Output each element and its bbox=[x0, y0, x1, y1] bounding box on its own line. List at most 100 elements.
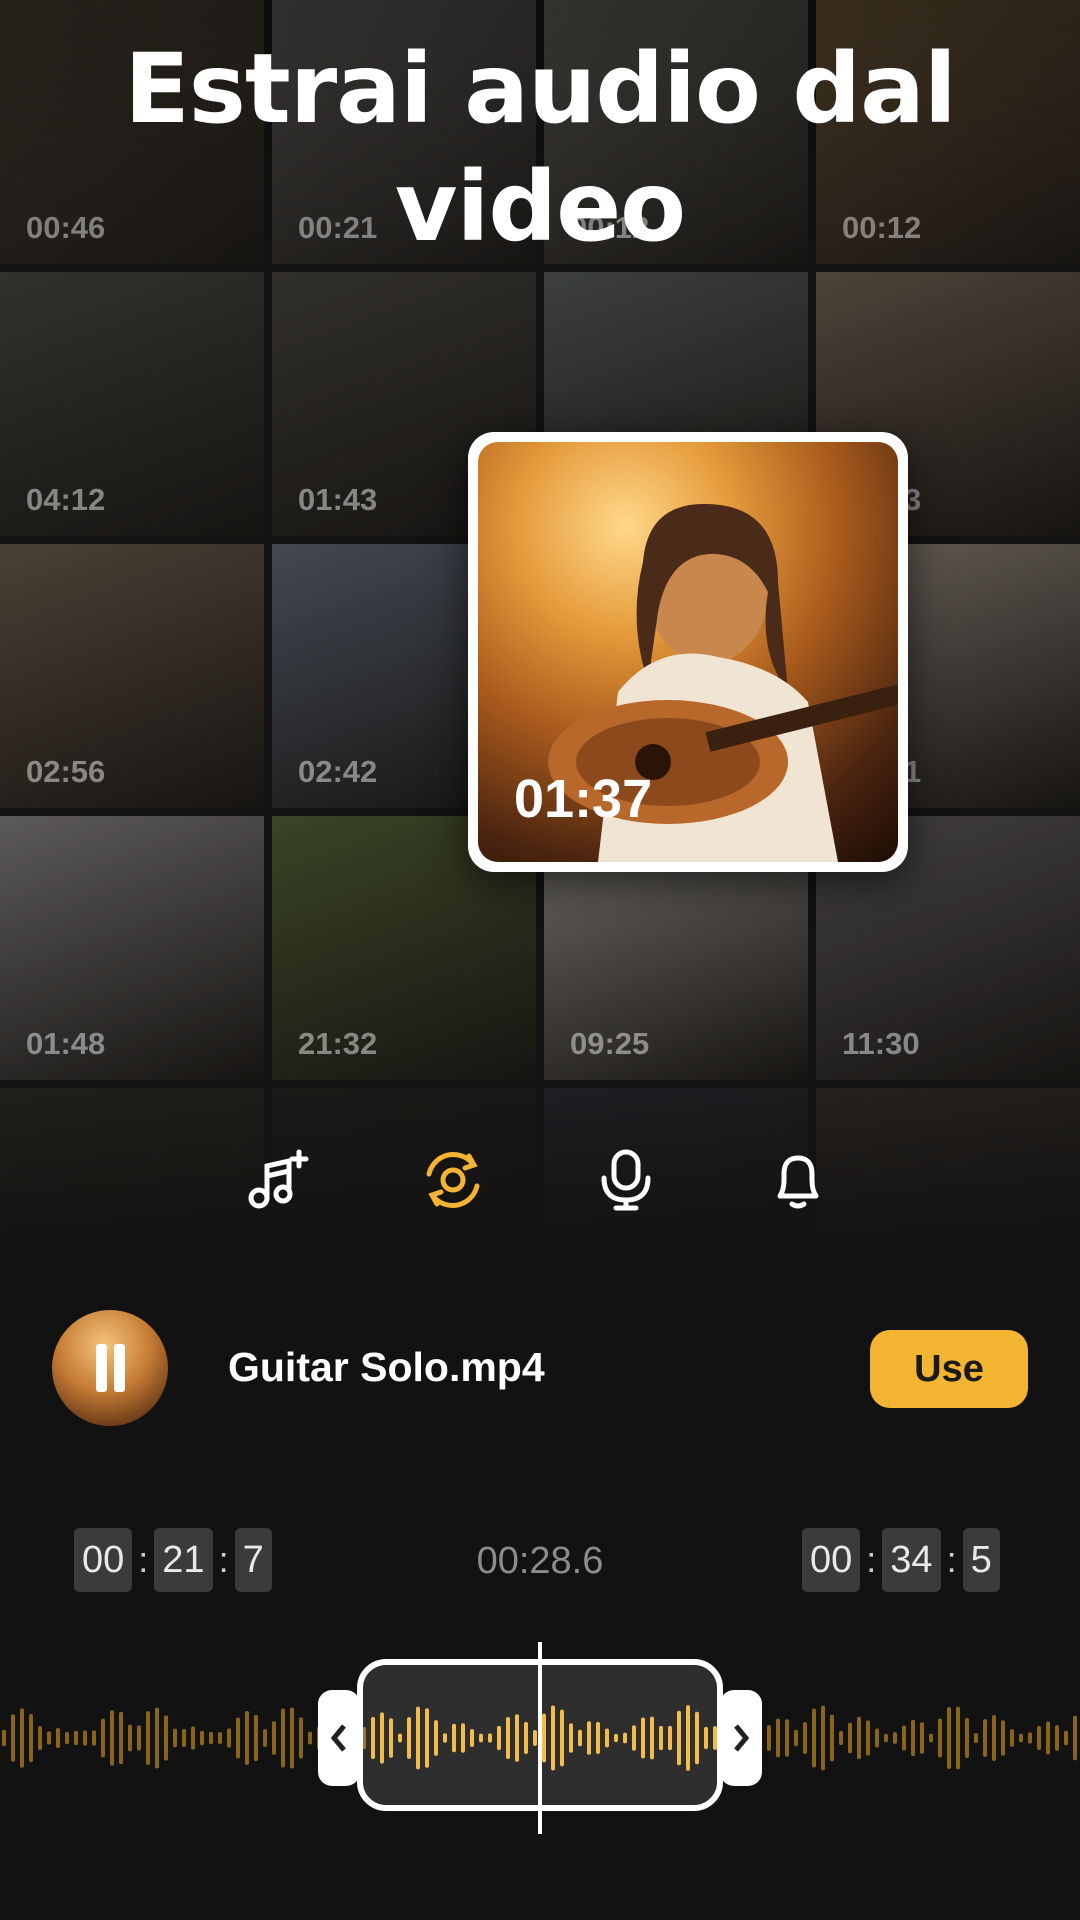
waveform-bar bbox=[209, 1731, 213, 1745]
waveform-bar bbox=[875, 1728, 879, 1748]
waveform-bar bbox=[65, 1731, 69, 1745]
waveform-bar bbox=[947, 1706, 951, 1770]
waveform-bar bbox=[974, 1732, 978, 1744]
waveform-bar bbox=[110, 1710, 114, 1766]
waveform-bar bbox=[47, 1731, 51, 1745]
waveform-bar bbox=[236, 1717, 240, 1759]
waveform-bar bbox=[983, 1719, 987, 1757]
audio-player: Guitar Solo.mp4 Use bbox=[0, 1310, 1080, 1426]
waveform-bar bbox=[1001, 1720, 1005, 1756]
waveform-bar bbox=[992, 1714, 996, 1762]
music-add-icon[interactable] bbox=[245, 1148, 309, 1212]
waveform-bar bbox=[173, 1728, 177, 1748]
waveform-bar bbox=[281, 1708, 285, 1768]
waveform-bar bbox=[1019, 1733, 1023, 1743]
tile-duration: 01:48 bbox=[26, 1026, 106, 1061]
waveform-bar bbox=[893, 1732, 897, 1744]
waveform-bar bbox=[182, 1728, 186, 1748]
tile-duration: 11:30 bbox=[842, 1026, 920, 1061]
waveform-bar bbox=[38, 1726, 42, 1750]
waveform-bar bbox=[155, 1707, 159, 1769]
waveform-bar bbox=[767, 1725, 771, 1751]
waveform-bar bbox=[92, 1730, 96, 1746]
waveform-bar bbox=[794, 1729, 798, 1747]
waveform-bar bbox=[785, 1719, 789, 1757]
waveform-bar bbox=[11, 1714, 15, 1762]
waveform-bar bbox=[20, 1708, 24, 1768]
waveform-bar bbox=[29, 1713, 33, 1763]
waveform-bar bbox=[191, 1726, 195, 1750]
bell-icon[interactable] bbox=[766, 1148, 830, 1212]
waveform-bar bbox=[74, 1730, 78, 1746]
waveform-bar bbox=[137, 1725, 141, 1751]
colon: : bbox=[946, 1539, 957, 1580]
waveform-bar bbox=[272, 1721, 276, 1755]
waveform-bar bbox=[146, 1711, 150, 1765]
waveform-bar bbox=[803, 1721, 807, 1755]
waveform-bar bbox=[245, 1711, 249, 1765]
playhead[interactable] bbox=[538, 1642, 542, 1834]
waveform-bar bbox=[857, 1716, 861, 1760]
video-tile[interactable]: 01:48 bbox=[0, 816, 264, 1080]
waveform-bar bbox=[812, 1708, 816, 1768]
waveform-bar bbox=[164, 1715, 168, 1761]
end-seconds[interactable]: 34 bbox=[882, 1528, 941, 1592]
waveform-bar bbox=[1010, 1729, 1014, 1747]
waveform-bar bbox=[1046, 1721, 1050, 1755]
microphone-icon[interactable] bbox=[594, 1148, 658, 1212]
waveform-bar bbox=[848, 1722, 852, 1754]
featured-video-card[interactable]: 01:37 bbox=[468, 432, 908, 872]
waveform-bar bbox=[128, 1724, 132, 1752]
waveform-bar bbox=[83, 1730, 87, 1746]
video-tile[interactable]: 04:12 bbox=[0, 272, 264, 536]
tile-duration: 02:56 bbox=[26, 754, 106, 789]
video-tile[interactable]: 02:56 bbox=[0, 544, 264, 808]
waveform-bar bbox=[308, 1731, 312, 1745]
waveform-bar bbox=[218, 1732, 222, 1744]
waveform-bar bbox=[965, 1717, 969, 1759]
waveform-bar bbox=[119, 1711, 123, 1765]
play-pause-button[interactable] bbox=[52, 1310, 168, 1426]
waveform-bar bbox=[776, 1718, 780, 1758]
left-trim-handle[interactable] bbox=[318, 1690, 360, 1786]
tile-duration: 09:25 bbox=[570, 1026, 650, 1061]
pause-icon bbox=[92, 1344, 128, 1392]
end-fraction[interactable]: 5 bbox=[962, 1528, 1000, 1592]
waveform-bar bbox=[911, 1719, 915, 1757]
tile-duration: 21:32 bbox=[298, 1026, 378, 1061]
extract-audio-icon[interactable] bbox=[421, 1148, 485, 1212]
waveform-bar bbox=[101, 1718, 105, 1758]
tile-duration: 04:12 bbox=[26, 482, 106, 517]
waveform-bar bbox=[263, 1729, 267, 1747]
waveform-bar bbox=[299, 1717, 303, 1759]
right-trim-handle[interactable] bbox=[720, 1690, 762, 1786]
waveform-bar bbox=[938, 1718, 942, 1758]
waveform-bar bbox=[920, 1722, 924, 1754]
waveform-bar bbox=[290, 1707, 294, 1769]
use-button[interactable]: Use bbox=[870, 1330, 1028, 1408]
waveform-bar bbox=[821, 1705, 825, 1771]
headline: Estrai audio dal video bbox=[124, 33, 957, 263]
file-name: Guitar Solo.mp4 bbox=[228, 1344, 545, 1390]
waveform-bar bbox=[1028, 1732, 1032, 1744]
end-minutes[interactable]: 00 bbox=[802, 1528, 861, 1592]
waveform-bar bbox=[902, 1725, 906, 1751]
tile-duration: 01:43 bbox=[298, 482, 378, 517]
waveform-trimmer[interactable] bbox=[0, 1640, 1080, 1840]
waveform-bar bbox=[254, 1714, 258, 1762]
waveform-bar bbox=[200, 1730, 204, 1746]
waveform-bar bbox=[839, 1730, 843, 1746]
tile-duration: 02:42 bbox=[298, 754, 378, 789]
waveform-bar bbox=[1073, 1715, 1077, 1761]
featured-duration: 01:37 bbox=[514, 769, 653, 829]
waveform-bar bbox=[956, 1706, 960, 1770]
end-time[interactable]: 00 : 34 : 5 bbox=[802, 1528, 1000, 1592]
waveform-bar bbox=[884, 1733, 888, 1743]
tool-bar bbox=[0, 1148, 1080, 1212]
featured-video-thumbnail: 01:37 bbox=[478, 442, 898, 862]
waveform-bar bbox=[56, 1728, 60, 1748]
waveform-bar bbox=[830, 1714, 834, 1762]
waveform-bar bbox=[227, 1728, 231, 1748]
colon: : bbox=[866, 1539, 877, 1580]
waveform-bar bbox=[866, 1720, 870, 1756]
